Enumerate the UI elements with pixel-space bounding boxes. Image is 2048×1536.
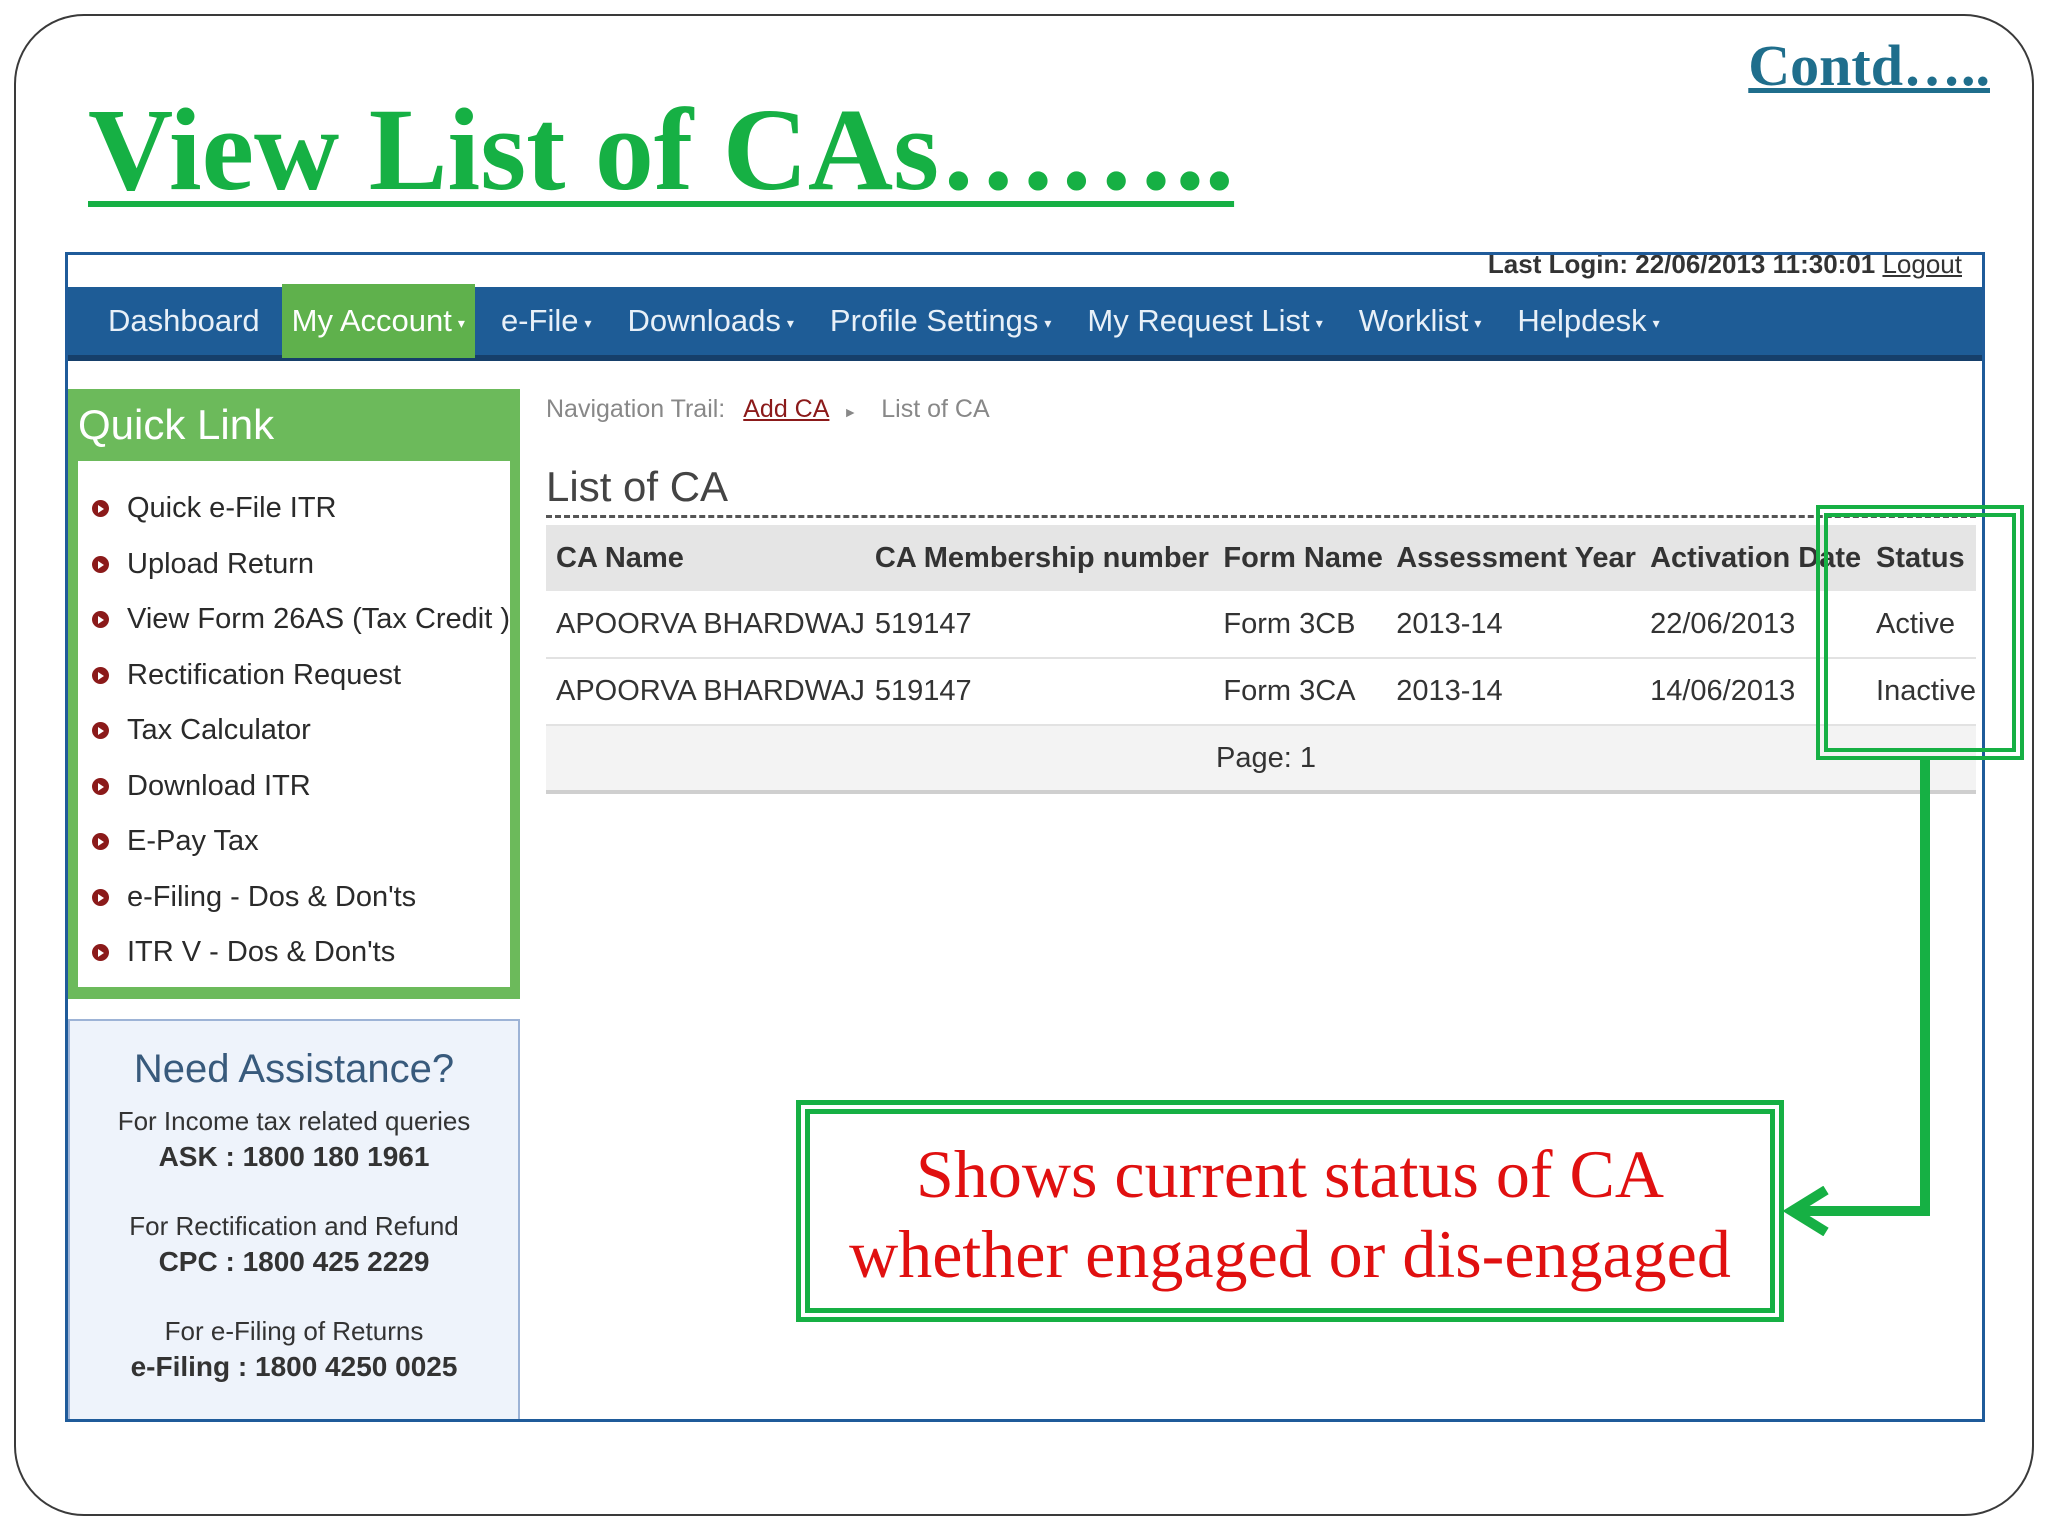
breadcrumb-add-ca-link[interactable]: Add CA xyxy=(743,395,829,423)
chevron-down-icon: ▾ xyxy=(1652,314,1660,331)
chevron-down-icon: ▾ xyxy=(1474,314,1482,331)
assistance-query: For Rectification and Refund xyxy=(129,1211,459,1241)
title-divider xyxy=(546,515,1976,518)
cell-ca-name: APOORVA BHARDWAJ xyxy=(546,658,865,726)
contd-link[interactable]: Contd….. xyxy=(1748,32,1990,99)
quick-link-label: e-Filing - Dos & Don'ts xyxy=(127,880,417,913)
column-header[interactable]: CA Membership number xyxy=(864,525,1214,591)
annotation-line-1: Shows current status of CA xyxy=(916,1136,1664,1212)
cell-membership-number: 519147 xyxy=(864,658,1214,726)
breadcrumb: Navigation Trail: Add CA ► List of CA xyxy=(546,395,990,424)
main-nav: Dashboard My Account ▾ e-File ▾ Downloads ▾… xyxy=(68,284,1982,361)
nav-downloads[interactable]: Downloads ▾ xyxy=(617,284,803,358)
chevron-down-icon: ▾ xyxy=(584,314,592,331)
status-highlight-box xyxy=(1816,505,2024,760)
cell-assessment-year: 2013-14 xyxy=(1386,591,1641,659)
bullet-arrow-icon xyxy=(92,888,109,906)
table-row[interactable]: APOORVA BHARDWAJ 519147 Form 3CA 2013-14… xyxy=(546,658,1976,726)
chevron-right-icon: ► xyxy=(843,404,858,420)
column-header[interactable]: CA Name xyxy=(546,525,865,591)
assistance-query: For Income tax related queries xyxy=(117,1106,471,1136)
nav-e-file-label: e-File xyxy=(500,303,579,338)
quick-link-label: Quick e-File ITR xyxy=(127,492,337,525)
nav-helpdesk-label: Helpdesk xyxy=(1517,303,1647,338)
need-assistance-panel: Need Assistance? For Income tax related … xyxy=(68,1019,520,1419)
nav-profile-settings[interactable]: Profile Settings ▾ xyxy=(820,284,1062,358)
cell-form-name: Form 3CA xyxy=(1213,658,1387,726)
nav-my-account-label: My Account xyxy=(291,303,452,338)
arrow-left-icon xyxy=(1782,1186,1829,1236)
nav-worklist-label: Worklist xyxy=(1358,303,1469,338)
cell-form-name: Form 3CB xyxy=(1213,591,1387,659)
quick-link-label: Download ITR xyxy=(127,769,311,802)
nav-e-file[interactable]: e-File ▾ xyxy=(491,284,602,358)
nav-profile-settings-label: Profile Settings xyxy=(829,303,1039,338)
breadcrumb-current: List of CA xyxy=(881,395,990,423)
quick-link-label: E-Pay Tax xyxy=(127,825,259,858)
quick-link-item[interactable]: View Form 26AS (Tax Credit ) xyxy=(78,592,510,648)
pager-row: Page: 1 xyxy=(546,725,1976,794)
table-row[interactable]: APOORVA BHARDWAJ 519147 Form 3CB 2013-14… xyxy=(546,591,1976,659)
top-strip: Last Login: 22/06/2013 11:30:01 Logout xyxy=(68,255,1982,287)
annotation-callout: Shows current status of CA whether engag… xyxy=(796,1100,1784,1322)
nav-worklist[interactable]: Worklist ▾ xyxy=(1349,284,1492,358)
assistance-title: Need Assistance? xyxy=(133,1047,455,1091)
pager-text[interactable]: Page: 1 xyxy=(546,725,1976,794)
breadcrumb-label: Navigation Trail: xyxy=(546,395,726,423)
quick-link-item[interactable]: ITR V - Dos & Don'ts xyxy=(78,925,510,981)
bullet-arrow-icon xyxy=(92,666,109,684)
quick-link-label: Rectification Request xyxy=(127,658,402,691)
chevron-down-icon: ▾ xyxy=(1315,314,1323,331)
nav-my-request-list[interactable]: My Request List ▾ xyxy=(1077,284,1332,358)
quick-link-label: Upload Return xyxy=(127,547,314,580)
cell-ca-name: APOORVA BHARDWAJ xyxy=(546,591,865,659)
connector-line xyxy=(1920,760,1930,1216)
nav-downloads-label: Downloads xyxy=(627,303,781,338)
chevron-down-icon: ▾ xyxy=(457,314,465,331)
page-title: List of CA xyxy=(546,463,729,510)
quick-link-item[interactable]: Quick e-File ITR xyxy=(78,481,510,537)
quick-link-item[interactable]: Upload Return xyxy=(78,537,510,593)
bullet-arrow-icon xyxy=(92,777,109,795)
column-header[interactable]: Assessment Year xyxy=(1386,525,1641,591)
bullet-arrow-icon xyxy=(92,555,109,573)
assistance-number: ASK : 1800 180 1961 xyxy=(158,1141,430,1172)
quick-link-label: ITR V - Dos & Don'ts xyxy=(127,936,396,969)
annotation-line-2: whether engaged or dis-engaged xyxy=(849,1216,1731,1292)
nav-dashboard[interactable]: Dashboard xyxy=(98,284,270,358)
cell-membership-number: 519147 xyxy=(864,591,1214,659)
assistance-number: e-Filing : 1800 4250 0025 xyxy=(130,1351,458,1382)
last-login-text: Last Login: 22/06/2013 11:30:01 xyxy=(1487,252,1876,279)
bullet-arrow-icon xyxy=(92,944,109,962)
quick-link-list: Quick e-File ITR Upload Return View Form… xyxy=(78,461,510,987)
chevron-down-icon: ▾ xyxy=(1044,314,1052,331)
nav-my-account[interactable]: My Account ▾ xyxy=(281,284,475,358)
quick-link-item[interactable]: e-Filing - Dos & Don'ts xyxy=(78,870,510,926)
quick-link-item[interactable]: Download ITR xyxy=(78,759,510,815)
slide-title: View List of CAs…….. xyxy=(88,84,1235,215)
nav-my-request-list-label: My Request List xyxy=(1087,303,1310,338)
quick-link-label: Tax Calculator xyxy=(127,714,311,747)
cell-assessment-year: 2013-14 xyxy=(1386,658,1641,726)
ca-list-table: CA Name CA Membership number Form Name A… xyxy=(546,525,1976,794)
chevron-down-icon: ▾ xyxy=(786,314,794,331)
quick-link-item[interactable]: Tax Calculator xyxy=(78,703,510,759)
quick-link-item[interactable]: Rectification Request xyxy=(78,648,510,704)
nav-helpdesk[interactable]: Helpdesk ▾ xyxy=(1507,284,1669,358)
assistance-number: CPC : 1800 425 2229 xyxy=(158,1246,430,1277)
column-header[interactable]: Form Name xyxy=(1213,525,1387,591)
bullet-arrow-icon xyxy=(92,722,109,740)
quick-link-label: View Form 26AS (Tax Credit ) xyxy=(127,603,511,636)
logout-link[interactable]: Logout xyxy=(1882,255,1962,279)
quick-link-panel: Quick Link Quick e-File ITR Upload Retur… xyxy=(68,389,520,999)
table-header-row: CA Name CA Membership number Form Name A… xyxy=(546,525,1976,591)
bullet-arrow-icon xyxy=(92,833,109,851)
last-login: Last Login: 22/06/2013 11:30:01 Logout xyxy=(1487,252,1962,280)
bullet-arrow-icon xyxy=(92,500,109,518)
quick-link-item[interactable]: E-Pay Tax xyxy=(78,814,510,870)
quick-link-title: Quick Link xyxy=(78,401,275,448)
assistance-query: For e-Filing of Returns xyxy=(164,1316,424,1346)
bullet-arrow-icon xyxy=(92,611,109,629)
